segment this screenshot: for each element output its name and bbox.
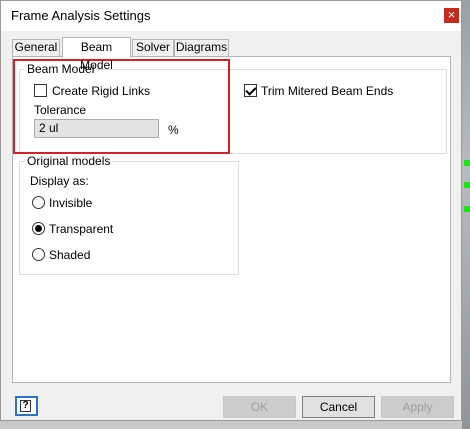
tab-diagrams[interactable]: Diagrams <box>174 39 229 56</box>
tab-general[interactable]: General <box>12 39 60 56</box>
trim-mitered-label[interactable]: Trim Mitered Beam Ends <box>261 84 393 98</box>
desktop-mark <box>464 182 470 188</box>
dialog-window: Frame Analysis Settings × General Beam M… <box>0 0 462 421</box>
tab-solver[interactable]: Solver <box>132 39 174 56</box>
desktop-mark <box>464 160 470 166</box>
transparent-label[interactable]: Transparent <box>49 222 113 236</box>
display-as-label: Display as: <box>30 174 89 188</box>
desktop-background <box>462 0 470 429</box>
cancel-button[interactable]: Cancel <box>302 396 375 418</box>
title-bar[interactable]: Frame Analysis Settings × <box>1 1 461 31</box>
help-button[interactable]: ? <box>15 396 38 416</box>
close-button[interactable]: × <box>444 8 459 23</box>
close-icon: × <box>447 7 456 22</box>
tab-beam-model[interactable]: Beam Model <box>62 37 131 72</box>
highlight-box <box>13 59 230 154</box>
transparent-radio[interactable] <box>32 222 45 235</box>
apply-button[interactable]: Apply <box>381 396 454 418</box>
shaded-radio[interactable] <box>32 248 45 261</box>
original-models-group-label: Original models <box>25 154 113 168</box>
trim-mitered-checkbox[interactable] <box>244 84 257 97</box>
desktop-mark <box>464 206 470 212</box>
original-models-group: Original models Display as: Invisible Tr… <box>19 154 239 275</box>
invisible-radio[interactable] <box>32 196 45 209</box>
ok-button[interactable]: OK <box>223 396 296 418</box>
invisible-label[interactable]: Invisible <box>49 196 92 210</box>
help-icon: ? <box>20 400 31 412</box>
shaded-label[interactable]: Shaded <box>49 248 90 262</box>
window-title: Frame Analysis Settings <box>11 8 151 23</box>
